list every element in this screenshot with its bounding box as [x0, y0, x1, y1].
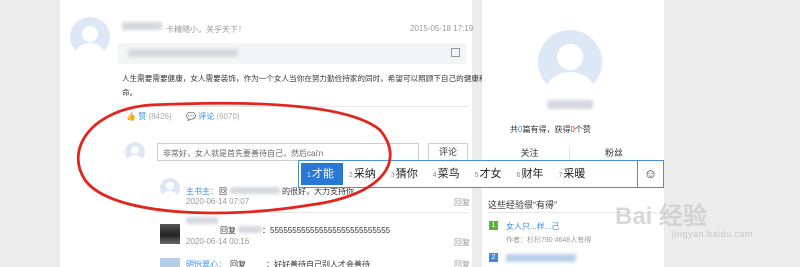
watermark-url: jingyan.baidu.com	[672, 229, 754, 239]
baidu-jingyan-watermark: Bai 经验	[615, 203, 708, 230]
